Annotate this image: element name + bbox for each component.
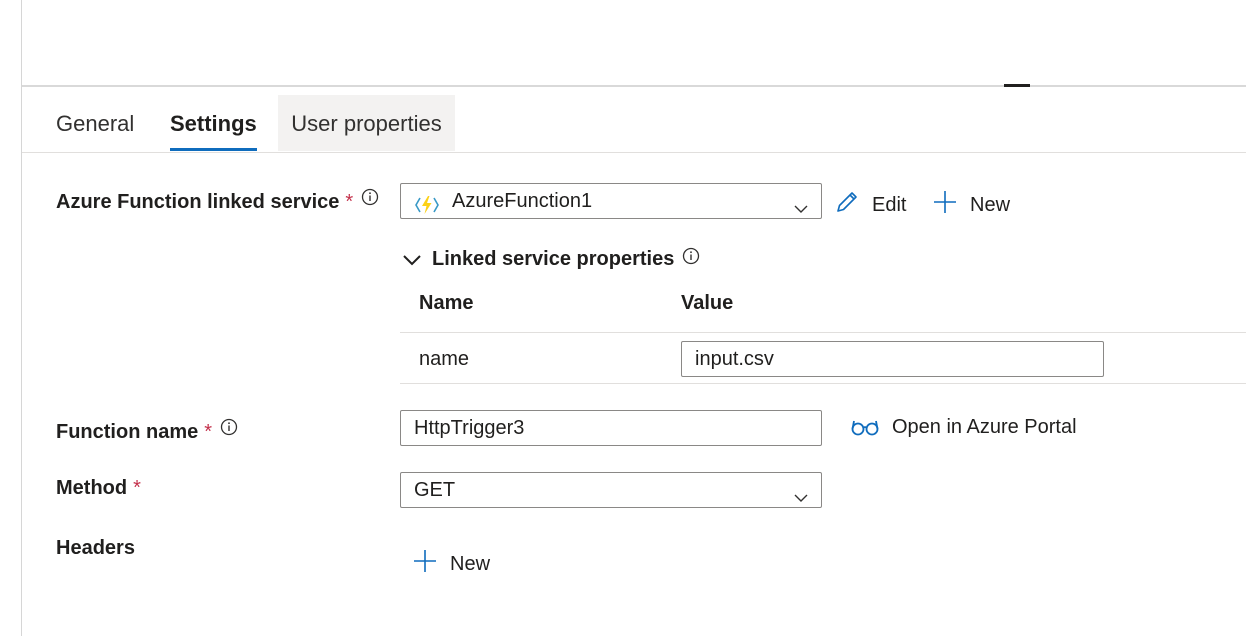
tab-user-properties[interactable]: User properties [278,95,455,151]
new-linked-service-button[interactable]: New [932,189,1010,217]
panel-splitter[interactable] [22,85,1246,87]
tab-settings[interactable]: Settings [170,95,257,151]
property-value-text: input.csv [695,348,774,370]
chevron-down-icon [403,255,421,266]
edit-linked-service-button[interactable]: Edit [834,189,906,217]
required-asterisk: * [133,477,141,499]
required-asterisk: * [345,191,354,213]
info-icon[interactable] [682,246,710,269]
linked-service-dropdown[interactable]: AzureFunction1 [400,183,822,219]
new-header-button[interactable]: New [412,548,490,576]
required-asterisk: * [204,421,213,443]
azure-function-icon [415,192,439,226]
active-tab-indicator [170,148,257,151]
new-header-label: New [450,553,491,575]
linked-service-label-row: Azure Function linked service * [56,188,379,214]
column-header-value: Value [681,292,734,314]
function-name-label: Function name [56,421,199,443]
chevron-down-icon [793,483,809,517]
pencil-icon [837,192,857,212]
method-label-row: Method * [56,477,141,500]
grid-divider [400,332,1246,333]
tab-general[interactable]: General [56,95,134,151]
linked-service-properties-toggle[interactable]: Linked service properties [402,246,710,271]
method-value: GET [414,479,456,501]
new-label: New [970,194,1011,216]
plus-icon [934,191,956,213]
grid-divider [400,383,1246,384]
chevron-down-icon [793,194,809,228]
headers-label: Headers [56,537,135,559]
function-name-value: HttpTrigger3 [414,417,525,439]
linked-service-value: AzureFunction1 [452,190,593,212]
info-icon[interactable] [220,418,238,442]
glasses-icon [851,420,879,436]
info-icon[interactable] [361,188,379,212]
plus-icon [414,550,436,572]
property-value-input[interactable]: input.csv [681,341,1104,377]
open-in-azure-portal-label: Open in Azure Portal [892,416,1077,438]
tab-bar: General Settings User properties [22,95,1246,153]
linked-service-label: Azure Function linked service [56,191,340,213]
splitter-handle[interactable] [1004,84,1030,87]
column-header-name: Name [419,292,474,314]
edit-label: Edit [872,194,907,216]
function-name-input[interactable]: HttpTrigger3 [400,410,822,446]
open-in-azure-portal-link[interactable]: Open in Azure Portal [850,416,1077,439]
function-name-label-row: Function name * [56,418,238,444]
method-label: Method [56,477,128,499]
linked-service-properties-title: Linked service properties [432,248,675,270]
property-name-cell: name [419,348,470,370]
method-dropdown[interactable]: GET [400,472,822,508]
tab-settings-label: Settings [170,111,257,136]
